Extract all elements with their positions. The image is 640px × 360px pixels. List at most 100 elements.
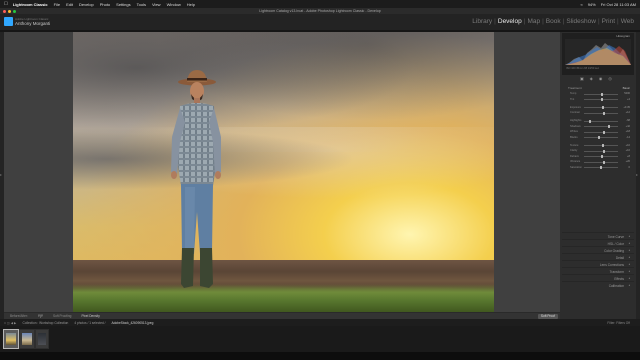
slider-row[interactable]: Tint +4 xyxy=(570,98,630,102)
module-book[interactable]: Book xyxy=(546,18,561,25)
filmstrip-thumbnail[interactable] xyxy=(19,329,35,349)
module-develop[interactable]: Develop xyxy=(498,18,522,25)
section-detail[interactable]: Detail ◂ xyxy=(562,253,634,260)
module-web[interactable]: Web xyxy=(621,18,634,25)
menu-app-name[interactable]: Lightroom Classic xyxy=(13,2,48,7)
basic-section-header[interactable]: Treatment Basic xyxy=(562,85,634,90)
slider-track[interactable] xyxy=(584,137,618,138)
wifi-icon[interactable]: ≈ xyxy=(581,2,583,7)
slider-track[interactable] xyxy=(584,145,618,146)
slider-value[interactable]: +0.35 xyxy=(623,106,630,109)
menu-develop[interactable]: Develop xyxy=(79,2,94,7)
slider-knob[interactable] xyxy=(602,149,605,153)
section-color-grading[interactable]: Color Grading ◂ xyxy=(562,246,634,253)
expand-triangle-icon: ◂ xyxy=(628,276,630,281)
slider-knob[interactable] xyxy=(597,136,600,140)
section-calibration[interactable]: Calibration ◂ xyxy=(562,281,634,288)
zoom-window-icon[interactable] xyxy=(13,9,16,13)
soft-proofing-value[interactable]: Pixel Density xyxy=(81,314,99,318)
collapse-right-panel-icon[interactable]: ▸ xyxy=(636,172,638,177)
slider-value[interactable]: +16 xyxy=(626,149,630,152)
expand-left-panel-icon[interactable]: ▸ xyxy=(0,172,2,177)
slider-knob[interactable] xyxy=(607,125,610,129)
module-map[interactable]: Map xyxy=(527,18,540,25)
filmstrip-thumbnail[interactable] xyxy=(35,329,49,349)
slider-track[interactable] xyxy=(584,126,618,127)
menu-window[interactable]: Window xyxy=(167,2,181,7)
section-effects[interactable]: Effects ◂ xyxy=(562,274,634,281)
image-view[interactable] xyxy=(4,32,560,319)
menu-help[interactable]: Help xyxy=(187,2,195,7)
slider-row[interactable]: Contrast +12 xyxy=(570,111,630,115)
right-panel-edge[interactable]: ▸ xyxy=(636,32,640,319)
before-after-toggle[interactable]: Y|Y xyxy=(38,314,43,318)
photo-grass xyxy=(73,284,494,312)
redeye-icon[interactable]: ◉ xyxy=(599,76,603,81)
module-library[interactable]: Library xyxy=(472,18,492,25)
slider-track[interactable] xyxy=(584,131,618,133)
heal-icon[interactable]: ◈ xyxy=(590,76,593,81)
menu-tools[interactable]: Tools xyxy=(137,2,146,7)
section-lens-corrections[interactable]: Lens Corrections ◂ xyxy=(562,260,634,267)
slider-value[interactable]: +18 xyxy=(626,130,630,133)
slider-row[interactable]: Exposure +0.35 xyxy=(570,106,630,110)
menu-edit[interactable]: Edit xyxy=(66,2,73,7)
slider-row[interactable]: Blacks -14 xyxy=(570,136,630,140)
minimize-window-icon[interactable] xyxy=(8,9,11,13)
module-slideshow[interactable]: Slideshow xyxy=(566,18,596,25)
slider-row[interactable]: Highlights -68 xyxy=(570,119,630,123)
filmstrip-view-icons[interactable]: □ ◫ ◀ ▶ xyxy=(4,321,17,325)
clock[interactable]: Fri Oct 28 11:03 AM xyxy=(601,2,636,7)
module-print[interactable]: Print xyxy=(602,18,615,25)
slider-row[interactable]: Clarity +16 xyxy=(570,149,630,153)
slider-value[interactable]: 5400 xyxy=(624,92,630,95)
filmstrip-source-path[interactable]: Collection : Workshop Collection xyxy=(23,321,69,325)
slider-value[interactable]: +42 xyxy=(626,125,630,128)
histogram-panel[interactable]: Histogram ISO 100 35mm f/8 1/250 sec xyxy=(562,33,634,75)
slider-track[interactable] xyxy=(584,107,618,108)
slider-row[interactable]: Whites +18 xyxy=(570,130,630,134)
slider-knob[interactable] xyxy=(602,144,605,148)
menu-view[interactable]: View xyxy=(152,2,161,7)
slider-knob[interactable] xyxy=(589,119,592,123)
slider-value[interactable]: 0 xyxy=(629,166,630,169)
develop-photo[interactable] xyxy=(73,32,494,312)
crop-icon[interactable]: ▣ xyxy=(580,76,584,81)
slider-knob[interactable] xyxy=(602,111,605,115)
menu-settings[interactable]: Settings xyxy=(116,2,130,7)
slider-value[interactable]: +20 xyxy=(626,160,630,163)
slider-row[interactable]: Texture +10 xyxy=(570,144,630,148)
slider-row[interactable]: Saturation 0 xyxy=(570,166,630,170)
slider-row[interactable]: Temp 5400 xyxy=(570,92,630,96)
section-tone-curve[interactable]: Tone Curve ◂ xyxy=(562,232,634,239)
slider-track[interactable] xyxy=(584,112,618,114)
slider-value[interactable]: +8 xyxy=(627,155,630,158)
mask-icon[interactable]: ◎ xyxy=(608,76,612,81)
close-window-icon[interactable] xyxy=(3,9,6,13)
slider-track[interactable] xyxy=(584,150,618,152)
slider-knob[interactable] xyxy=(600,98,603,102)
slider-knob[interactable] xyxy=(600,166,602,170)
section-transform[interactable]: Transform ◂ xyxy=(562,267,634,274)
slider-knob[interactable] xyxy=(600,92,603,96)
slider-row[interactable]: Vibrance +20 xyxy=(570,160,630,164)
slider-value[interactable]: +12 xyxy=(626,111,630,114)
right-panel: Histogram ISO 100 35mm f/8 1/250 sec ▣ ◈… xyxy=(560,32,636,325)
slider-value[interactable]: +4 xyxy=(627,98,630,101)
slider-value[interactable]: -14 xyxy=(626,136,630,139)
apple-icon[interactable]:  xyxy=(4,0,8,8)
section-title: HSL / Color xyxy=(607,241,624,246)
slider-value[interactable]: -68 xyxy=(626,119,630,122)
slider-row[interactable]: Dehaze +8 xyxy=(570,155,630,159)
filmstrip-filter[interactable]: Filter: Filters Off xyxy=(607,321,630,325)
menu-file[interactable]: File xyxy=(54,2,60,7)
filter-value[interactable]: Filters Off xyxy=(616,321,630,325)
slider-value[interactable]: +10 xyxy=(626,144,630,147)
menu-photo[interactable]: Photo xyxy=(100,2,110,7)
slider-label: Tint xyxy=(570,97,575,101)
section-hsl-color[interactable]: HSL / Color ◂ xyxy=(562,239,634,246)
slider-row[interactable]: Shadows +42 xyxy=(570,125,630,129)
slider-track[interactable] xyxy=(584,161,618,163)
filmstrip-thumbnail[interactable] xyxy=(3,329,19,349)
battery-level[interactable]: 94% xyxy=(588,2,596,7)
